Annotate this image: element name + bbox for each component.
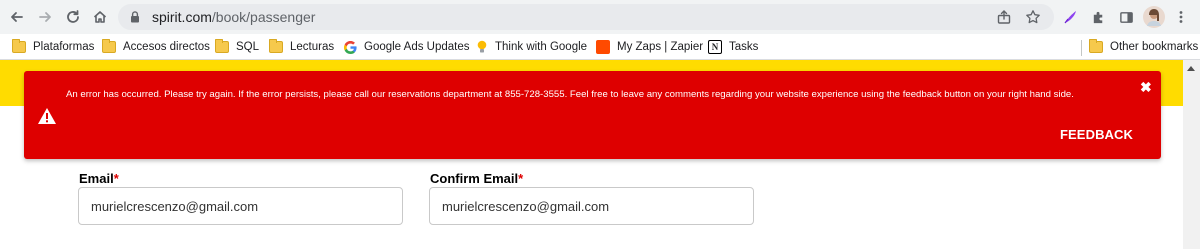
- notion-icon: N: [708, 40, 722, 54]
- bookmark-accesos-directos[interactable]: Accesos directos: [102, 38, 210, 56]
- back-button[interactable]: [6, 6, 28, 28]
- page-content: An error has occurred. Please try again.…: [0, 60, 1183, 249]
- error-message: An error has occurred. Please try again.…: [66, 89, 1074, 100]
- bookmark-label: Google Ads Updates: [364, 41, 470, 53]
- google-icon: [344, 40, 357, 54]
- bookmark-label: My Zaps | Zapier: [617, 41, 704, 53]
- other-bookmarks[interactable]: Other bookmarks: [1089, 38, 1198, 56]
- required-marker: *: [113, 171, 119, 186]
- feedback-button[interactable]: FEEDBACK: [1060, 127, 1133, 142]
- folder-icon: [102, 39, 116, 53]
- error-banner: An error has occurred. Please try again.…: [24, 71, 1161, 159]
- home-button[interactable]: [89, 6, 111, 28]
- folder-icon: [269, 39, 283, 53]
- required-marker: *: [518, 171, 524, 186]
- bookmark-google-ads-updates[interactable]: Google Ads Updates: [344, 38, 470, 56]
- bookmark-star-icon[interactable]: [1025, 9, 1041, 25]
- forward-button[interactable]: [34, 6, 56, 28]
- bookmarks-bar: Plataformas Accesos directos SQL Lectura…: [0, 34, 1200, 60]
- url-text[interactable]: spirit.com/book/passenger: [152, 9, 315, 25]
- bookmark-tasks[interactable]: N Tasks: [708, 38, 758, 56]
- side-panel-icon[interactable]: [1117, 8, 1135, 26]
- reload-button[interactable]: [62, 6, 84, 28]
- profile-avatar[interactable]: [1143, 6, 1165, 28]
- browser-toolbar: spirit.com/book/passenger: [0, 0, 1200, 34]
- bookmark-sql[interactable]: SQL: [215, 38, 259, 56]
- folder-icon: [12, 39, 26, 53]
- reload-icon: [67, 10, 79, 23]
- confirm-email-label: Confirm Email*: [430, 171, 523, 186]
- url-domain: spirit.com: [152, 9, 212, 25]
- confirm-email-field[interactable]: [429, 187, 754, 225]
- share-icon[interactable]: [996, 9, 1012, 25]
- bookmark-plataformas[interactable]: Plataformas: [12, 38, 94, 56]
- close-icon[interactable]: ✖: [1140, 80, 1152, 94]
- back-arrow-icon: [11, 12, 23, 22]
- extensions-puzzle-icon[interactable]: [1089, 8, 1107, 26]
- bookmark-label: Tasks: [729, 41, 759, 53]
- confirm-email-label-text: Confirm Email: [430, 171, 519, 186]
- folder-icon: [1089, 39, 1103, 53]
- page-scrollbar[interactable]: [1183, 60, 1200, 249]
- bookmark-label: SQL: [236, 41, 260, 53]
- bookmark-label: Lecturas: [290, 41, 335, 53]
- address-bar[interactable]: spirit.com/book/passenger: [118, 4, 1054, 30]
- email-label-text: Email: [79, 171, 114, 186]
- home-icon: [93, 11, 107, 23]
- zapier-icon: [596, 40, 610, 54]
- bookmark-my-zaps-zapier[interactable]: My Zaps | Zapier: [596, 38, 703, 56]
- quill-extension-icon[interactable]: [1061, 8, 1079, 26]
- email-label: Email*: [79, 171, 119, 186]
- lock-icon[interactable]: [128, 10, 142, 24]
- bookmark-think-with-google[interactable]: Think with Google: [476, 38, 587, 56]
- kebab-menu-icon[interactable]: [1172, 8, 1190, 26]
- bookmark-label: Accesos directos: [123, 41, 210, 53]
- bookmarks-divider: [1081, 40, 1082, 56]
- warning-icon: [38, 108, 56, 124]
- bookmark-lecturas[interactable]: Lecturas: [269, 38, 334, 56]
- folder-icon: [215, 39, 229, 53]
- forward-arrow-icon: [39, 12, 51, 22]
- email-field[interactable]: [78, 187, 403, 225]
- bookmark-label: Plataformas: [33, 41, 95, 53]
- other-bookmarks-label: Other bookmarks: [1110, 41, 1199, 53]
- scroll-up-arrow-icon[interactable]: [1187, 66, 1195, 71]
- url-path: /book/passenger: [211, 9, 316, 25]
- lightbulb-icon: [477, 40, 487, 53]
- bookmark-label: Think with Google: [495, 41, 588, 53]
